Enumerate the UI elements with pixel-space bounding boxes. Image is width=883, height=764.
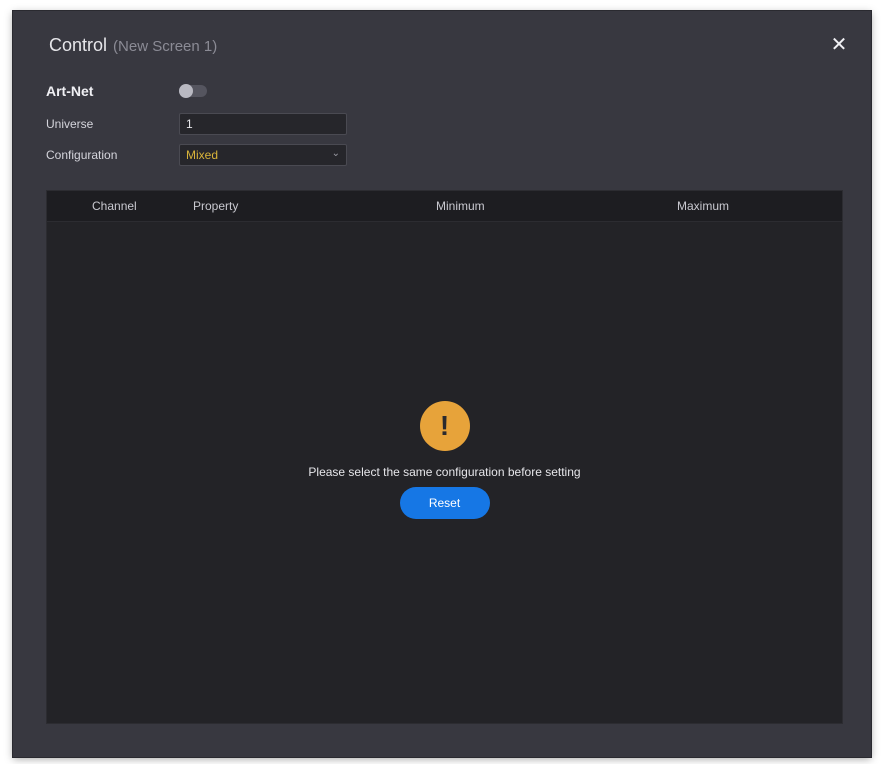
reset-button[interactable]: Reset — [399, 487, 490, 519]
dialog-titlebar: Control (New Screen 1) ✕ — [13, 11, 871, 81]
chevron-down-icon: ⌄ — [331, 148, 340, 159]
close-icon[interactable]: ✕ — [827, 33, 851, 57]
column-header-channel[interactable]: Channel — [92, 199, 137, 213]
dialog-title: Control (New Screen 1) — [49, 35, 217, 56]
channel-table: Channel Property Minimum Maximum ! Pleas… — [46, 190, 843, 724]
artnet-toggle[interactable] — [179, 84, 207, 98]
column-header-minimum[interactable]: Minimum — [436, 199, 485, 213]
empty-state-message: Please select the same configuration bef… — [308, 465, 581, 479]
universe-row: Universe — [46, 112, 347, 136]
universe-label: Universe — [46, 117, 94, 131]
table-header: Channel Property Minimum Maximum — [47, 191, 842, 222]
dialog-title-text: Control — [49, 35, 108, 55]
column-header-property[interactable]: Property — [193, 199, 238, 213]
configuration-select[interactable]: Mixed ⌄ — [179, 144, 347, 166]
column-header-maximum[interactable]: Maximum — [677, 199, 729, 213]
artnet-label: Art-Net — [46, 83, 94, 99]
dialog-subtitle: (New Screen 1) — [113, 38, 218, 55]
artnet-row: Art-Net — [46, 79, 207, 103]
warning-icon: ! — [419, 401, 470, 451]
universe-input[interactable] — [179, 113, 347, 135]
empty-state: ! Please select the same configuration b… — [47, 401, 842, 519]
configuration-value: Mixed — [186, 148, 219, 162]
control-dialog: Control (New Screen 1) ✕ Art-Net Universe… — [13, 11, 871, 757]
configuration-row: Configuration Mixed ⌄ — [46, 143, 347, 167]
toggle-knob — [179, 84, 193, 98]
configuration-label: Configuration — [46, 148, 118, 162]
